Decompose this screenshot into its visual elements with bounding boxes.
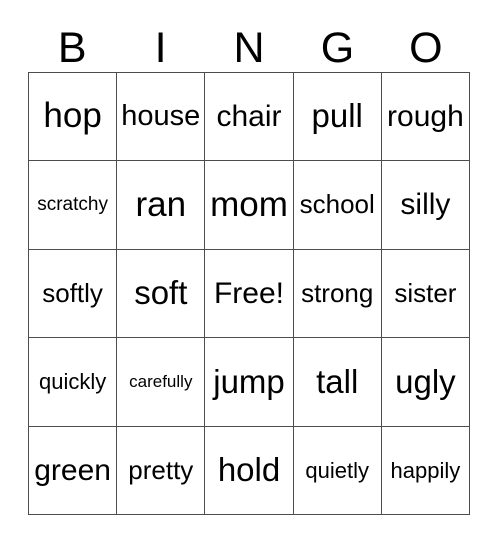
- bingo-cell-label: rough: [387, 99, 464, 133]
- bingo-cell-o1[interactable]: rough: [381, 73, 471, 162]
- bingo-cell-n4[interactable]: jump: [205, 338, 294, 427]
- bingo-cell-i3[interactable]: soft: [117, 249, 206, 339]
- bingo-cell-label: silly: [400, 188, 451, 222]
- bingo-cell-label: quickly: [38, 369, 107, 395]
- bingo-cell-label: pretty: [128, 454, 194, 485]
- bingo-cell-i5[interactable]: pretty: [117, 426, 206, 516]
- bingo-header-letter-i: I: [154, 24, 167, 72]
- bingo-cell-o2[interactable]: silly: [381, 161, 471, 250]
- bingo-cell-label: soft: [134, 274, 188, 312]
- bingo-cell-label: chair: [216, 99, 282, 133]
- bingo-cell-g3[interactable]: strong: [293, 249, 382, 339]
- bingo-cell-label: pull: [311, 97, 363, 135]
- bingo-cell-label: hop: [43, 96, 102, 136]
- bingo-cell-label: softly: [42, 277, 103, 308]
- bingo-cell-label: mom: [210, 184, 288, 224]
- bingo-grid-row: hop house chair pull rough: [29, 73, 471, 162]
- bingo-cell-i1[interactable]: house: [117, 73, 206, 162]
- bingo-grid: hop house chair pull rough scratchy ran …: [28, 72, 471, 516]
- bingo-cell-label: house: [121, 100, 201, 133]
- bingo-cell-o3[interactable]: sister: [381, 249, 471, 339]
- bingo-cell-i4[interactable]: carefully: [117, 338, 206, 427]
- bingo-header-letter-g: G: [320, 24, 355, 72]
- bingo-cell-label: quietly: [305, 457, 369, 483]
- bingo-free-space-label: Free!: [213, 276, 285, 310]
- bingo-header-letter-n: N: [233, 24, 265, 72]
- bingo-cell-b3[interactable]: softly: [29, 249, 118, 339]
- bingo-cell-label: school: [299, 189, 375, 220]
- bingo-cell-n5[interactable]: hold: [205, 426, 294, 516]
- bingo-cell-o4[interactable]: ugly: [381, 338, 471, 427]
- bingo-cell-label: green: [34, 453, 111, 487]
- bingo-cell-n2[interactable]: mom: [205, 161, 294, 250]
- bingo-cell-label: hold: [217, 451, 281, 488]
- bingo-cell-label: jump: [213, 362, 285, 400]
- bingo-cell-b4[interactable]: quickly: [29, 338, 118, 427]
- bingo-header-row: B I N G O: [28, 14, 470, 72]
- bingo-cell-o5[interactable]: happily: [381, 426, 471, 516]
- bingo-cell-label: ran: [135, 184, 187, 224]
- bingo-cell-b1[interactable]: hop: [29, 73, 118, 162]
- bingo-cell-g1[interactable]: pull: [293, 73, 382, 162]
- bingo-cell-g2[interactable]: school: [293, 161, 382, 250]
- bingo-cell-label: strong: [301, 277, 374, 308]
- bingo-grid-row: softly soft Free! strong sister: [29, 249, 471, 339]
- bingo-cell-label: sister: [394, 277, 457, 308]
- bingo-card: B I N G O hop house chair pull rough scr…: [28, 14, 471, 516]
- bingo-cell-label: tall: [316, 362, 359, 400]
- bingo-grid-row: green pretty hold quietly happily: [29, 426, 471, 516]
- bingo-cell-label: scratchy: [37, 194, 108, 216]
- bingo-cell-g4[interactable]: tall: [293, 338, 382, 427]
- bingo-cell-label: carefully: [129, 372, 193, 391]
- bingo-cell-n1[interactable]: chair: [205, 73, 294, 162]
- bingo-cell-label: ugly: [395, 362, 456, 400]
- bingo-header-letter-o: O: [409, 24, 443, 72]
- bingo-cell-label: happily: [390, 457, 461, 483]
- bingo-cell-b5[interactable]: green: [29, 426, 118, 516]
- bingo-grid-row: quickly carefully jump tall ugly: [29, 338, 471, 427]
- bingo-grid-row: scratchy ran mom school silly: [29, 161, 471, 250]
- bingo-header-letter-b: B: [57, 24, 87, 72]
- bingo-cell-b2[interactable]: scratchy: [29, 161, 118, 250]
- bingo-cell-g5[interactable]: quietly: [293, 426, 382, 516]
- bingo-cell-i2[interactable]: ran: [117, 161, 206, 250]
- bingo-cell-free-space[interactable]: Free!: [205, 249, 294, 339]
